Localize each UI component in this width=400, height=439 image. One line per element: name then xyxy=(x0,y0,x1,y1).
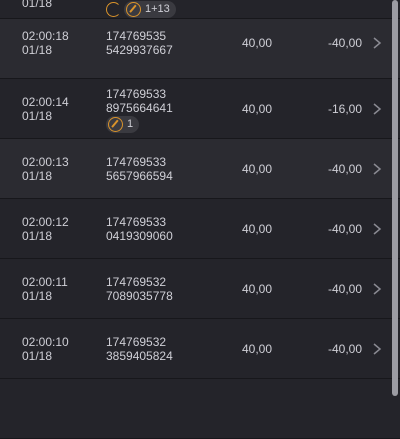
transaction-row[interactable]: 02:00:10 01/18 174769532 3859405824 40,0… xyxy=(0,319,400,379)
row-id-secondary: 8975664641 xyxy=(106,101,173,115)
chevron-right-icon[interactable] xyxy=(370,102,384,116)
row-id-primary: 174769532 xyxy=(106,275,167,289)
row-change: -40,00 xyxy=(327,222,362,236)
row-badges: 1+13 xyxy=(106,0,176,18)
badge-count: 1+13 xyxy=(145,3,170,15)
transaction-row[interactable]: 02:00:13 01/18 174769533 5657966594 40,0… xyxy=(0,139,400,199)
chevron-right-icon[interactable] xyxy=(370,36,384,50)
row-time: 02:00:10 xyxy=(22,335,69,349)
row-id-primary: 174769533 xyxy=(106,87,167,101)
row-amount: 40,00 xyxy=(241,36,272,50)
chevron-right-icon[interactable] xyxy=(370,342,384,356)
row-change: -40,00 xyxy=(327,342,362,356)
row-amount: 40,00 xyxy=(241,162,272,176)
row-id-primary: 174769535 xyxy=(106,29,167,43)
chevron-right-icon[interactable] xyxy=(370,222,384,236)
row-date: 01/18 xyxy=(22,349,53,363)
row-id-secondary: 5657966594 xyxy=(106,169,173,183)
transaction-row[interactable]: 02:00:18 01/18 174769535 5429937667 40,0… xyxy=(0,19,400,79)
badge-count: 1 xyxy=(127,118,134,130)
row-id-primary: 174769533 xyxy=(106,215,167,229)
row-id-primary: 174769533 xyxy=(106,155,167,169)
row-change: -16,00 xyxy=(327,102,362,116)
transaction-row[interactable] xyxy=(0,379,400,439)
row-change: -40,00 xyxy=(327,36,362,50)
row-date: 01/18 xyxy=(22,229,53,243)
row-id-secondary: 7089035778 xyxy=(106,289,173,303)
row-time: 02:00:11 xyxy=(22,275,68,289)
transaction-row[interactable]: 01/18 1+13 xyxy=(0,0,400,19)
no-entry-icon xyxy=(126,1,141,17)
chevron-right-icon[interactable] xyxy=(370,162,384,176)
row-amount: 40,00 xyxy=(241,282,272,296)
row-time: 02:00:12 xyxy=(22,215,69,229)
row-time: 02:00:13 xyxy=(22,155,69,169)
row-date: 01/18 xyxy=(22,169,53,183)
row-date: 01/18 xyxy=(22,109,53,123)
row-time: 02:00:18 xyxy=(22,29,69,43)
row-amount: 40,00 xyxy=(241,342,272,356)
row-amount: 40,00 xyxy=(241,102,272,116)
row-amount: 40,00 xyxy=(241,222,272,236)
transaction-row[interactable]: 02:00:12 01/18 174769533 0419309060 40,0… xyxy=(0,199,400,259)
row-badges: 1 xyxy=(106,115,140,133)
row-date: 01/18 xyxy=(22,289,53,303)
badge-pill: 1 xyxy=(106,115,140,133)
row-id-secondary: 0419309060 xyxy=(106,229,173,243)
transaction-row[interactable]: 02:00:14 01/18 174769533 8975664641 1 40… xyxy=(0,79,400,139)
transaction-list: 01/18 1+13 02:00:18 01/18 174769535 5429… xyxy=(0,0,400,439)
chevron-right-icon[interactable] xyxy=(370,282,384,296)
row-change: -40,00 xyxy=(327,282,362,296)
row-date: 01/18 xyxy=(22,43,53,57)
row-id-secondary: 3859405824 xyxy=(106,349,173,363)
scrollbar[interactable] xyxy=(392,0,398,396)
no-entry-icon xyxy=(108,116,123,132)
row-id-primary: 174769532 xyxy=(106,335,167,349)
refresh-icon xyxy=(106,1,121,17)
row-date: 01/18 xyxy=(22,0,53,10)
row-change: -40,00 xyxy=(327,162,362,176)
row-id-secondary: 5429937667 xyxy=(106,43,173,57)
badge-pill: 1+13 xyxy=(124,0,176,18)
transaction-row[interactable]: 02:00:11 01/18 174769532 7089035778 40,0… xyxy=(0,259,400,319)
row-time: 02:00:14 xyxy=(22,95,69,109)
